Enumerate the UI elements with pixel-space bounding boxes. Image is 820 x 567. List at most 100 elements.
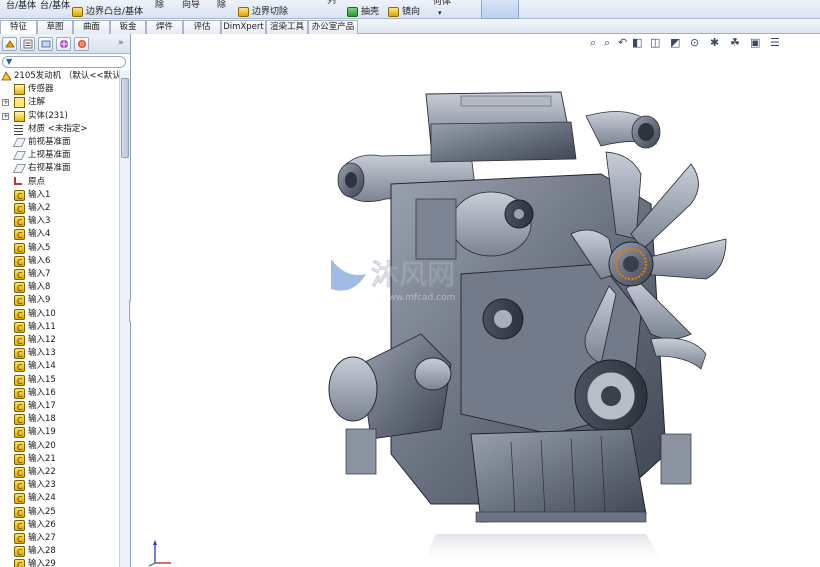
- heads-up-view-toolbar: ⌕ ⌕ ↶ ◧ ◫ ◩ ⊙ ✱ ☘ ▣ ☰: [590, 36, 820, 50]
- tab-surfaces[interactable]: 曲面: [73, 20, 110, 34]
- config-manager-tab[interactable]: [38, 37, 53, 51]
- tab-office-products[interactable]: 办公室产品: [308, 20, 358, 34]
- ribbon-item-revolved-boss[interactable]: 台/基体: [40, 1, 70, 12]
- toolbar-overflow-icon[interactable]: ☰: [770, 36, 780, 49]
- expand-toggle-icon[interactable]: +: [2, 112, 9, 120]
- feature-tree-icon: [5, 40, 15, 48]
- annotation-icon: [14, 97, 25, 109]
- feature-manager-panel: » ▼ 2105发动机 （默认<<默认>_ 传感器 + 注解 + 实体(231) 材质 <…: [0, 34, 131, 567]
- boundary-cut-icon: [238, 7, 249, 17]
- watermark-text: 沐风网: [371, 258, 455, 291]
- tree-item-label: 输入29: [28, 559, 56, 567]
- right-mount-bracket: [660, 433, 692, 485]
- chevron-down-icon[interactable]: ▾: [438, 8, 442, 19]
- tab-sketch[interactable]: 草图: [37, 20, 73, 34]
- panel-expand-icon[interactable]: »: [118, 38, 124, 48]
- cylinder-head: [430, 121, 577, 163]
- ribbon-item-boundary-cut[interactable]: 边界切除: [252, 7, 288, 18]
- tree-item-label: 输入6: [28, 255, 51, 266]
- previous-view-icon[interactable]: ↶: [618, 36, 627, 49]
- imported-body-icon: [14, 321, 25, 335]
- ribbon-item-mirror[interactable]: 镜向: [402, 7, 420, 18]
- tab-features[interactable]: 特征: [0, 20, 37, 35]
- ribbon-item-shell[interactable]: 抽壳: [361, 7, 379, 18]
- oil-pan-flange: [475, 511, 647, 523]
- imported-body-icon: [14, 255, 25, 269]
- display-manager-tab[interactable]: [74, 37, 89, 51]
- tree-item-label: 输入16: [28, 387, 56, 398]
- ribbon-item-hole-wizard[interactable]: 向导: [182, 0, 200, 11]
- tree-item-label: 输入14: [28, 361, 56, 372]
- boundary-boss-icon: [72, 7, 83, 17]
- material-icon: [14, 123, 23, 135]
- zoom-to-area-icon[interactable]: ⌕: [604, 36, 610, 50]
- display-style-icon[interactable]: ◩: [670, 36, 680, 49]
- panel-tabs: »: [0, 34, 130, 54]
- ribbon-active-button[interactable]: [481, 0, 519, 19]
- tab-render-tools[interactable]: 渲染工具: [266, 20, 308, 34]
- tree-item-label: 输入18: [28, 414, 56, 425]
- tab-sheet-metal[interactable]: 钣金: [110, 20, 146, 34]
- tree-item-label: 输入23: [28, 480, 56, 491]
- flywheel-housing: [328, 356, 378, 422]
- tab-weldments[interactable]: 焊件: [146, 20, 183, 34]
- imported-body-icon: [14, 519, 25, 533]
- side-cover: [415, 198, 457, 260]
- shell-icon: [347, 7, 358, 17]
- feature-tree-tab[interactable]: [2, 37, 17, 51]
- tree-item-label: 输入7: [28, 269, 51, 279]
- tree-item-label: 输入3: [28, 216, 51, 227]
- tree-item-label: 输入20: [28, 440, 56, 451]
- engine-model[interactable]: 沐风网 www.mfcad.com: [131, 34, 820, 567]
- hide-show-icon[interactable]: ⊙: [690, 36, 699, 49]
- ribbon-item-cut-revolve[interactable]: 除: [217, 0, 226, 11]
- tree-item-label: 输入19: [28, 427, 56, 438]
- watermark-url: www.mfcad.com: [381, 293, 455, 303]
- tree-item-label: 注解: [28, 97, 46, 108]
- imported-body-icon: [14, 387, 25, 401]
- tree-item-label: 输入4: [28, 229, 51, 240]
- imported-body-icon: [14, 361, 25, 374]
- appearance-icon[interactable]: ✱: [710, 36, 719, 49]
- expand-toggle-icon[interactable]: +: [2, 99, 9, 107]
- feature-tree: 2105发动机 （默认<<默认>_ 传感器 + 注解 + 实体(231) 材质 <未指定>…: [0, 70, 119, 567]
- imported-body-icon: [14, 189, 25, 203]
- zoom-to-fit-icon[interactable]: ⌕: [590, 36, 596, 50]
- imported-body-icon: [14, 493, 25, 506]
- property-manager-tab[interactable]: [20, 37, 35, 51]
- imported-body-icon: [14, 374, 25, 388]
- ribbon-item-pattern[interactable]: 列: [327, 0, 336, 7]
- imported-body-icon: [14, 559, 25, 567]
- plane-icon: [13, 151, 26, 161]
- mirror-icon: [388, 7, 399, 17]
- watermark: 沐风网 www.mfcad.com: [331, 258, 455, 303]
- ribbon-item-reference-geometry[interactable]: 何体: [433, 0, 451, 8]
- filter-icon: ▼: [6, 57, 13, 66]
- imported-body-icon: [14, 480, 25, 493]
- ribbon-item-boss-base[interactable]: 台/基体: [6, 1, 36, 12]
- imported-body-icon: [14, 216, 25, 229]
- ribbon-item-boundary-boss[interactable]: 边界凸台/基体: [86, 7, 143, 18]
- view-settings-icon[interactable]: ▣: [750, 36, 760, 49]
- view-orientation-icon[interactable]: ◫: [650, 36, 660, 49]
- scene-icon[interactable]: ☘: [730, 36, 740, 49]
- scrollbar-thumb[interactable]: [121, 78, 129, 158]
- crank-pulley-hub: [601, 386, 621, 406]
- tree-item-label: 输入15: [28, 374, 56, 385]
- alternator-hub: [514, 209, 524, 219]
- tree-item-label: 原点: [28, 176, 46, 187]
- coordinate-triad: [148, 540, 171, 567]
- ribbon-toolbar: 台/基体 台/基体 边界凸台/基体 除 向导 除 边界切除 列 抽壳 镜向 何体…: [0, 0, 820, 19]
- tab-dimxpert[interactable]: DimXpert: [221, 20, 266, 34]
- solid-bodies-icon: [14, 110, 25, 122]
- ribbon-item-cut-extrude[interactable]: 除: [155, 0, 164, 11]
- tree-filter-input[interactable]: ▼: [2, 56, 126, 68]
- graphics-area[interactable]: 沐风网 www.mfcad.com: [131, 34, 820, 567]
- valve-cover-ridge: [460, 95, 552, 107]
- imported-body-icon: [14, 269, 25, 282]
- display-manager-icon: [78, 40, 86, 48]
- tree-item-label: 输入9: [28, 295, 51, 306]
- tab-evaluate[interactable]: 评估: [183, 20, 221, 34]
- dimxpert-manager-tab[interactable]: [56, 37, 71, 51]
- section-view-icon[interactable]: ◧: [632, 36, 642, 49]
